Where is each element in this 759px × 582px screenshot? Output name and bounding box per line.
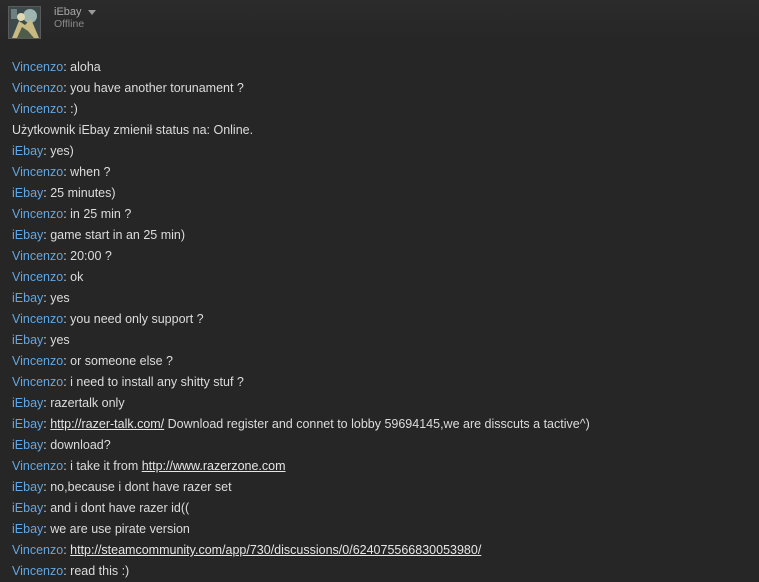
chat-message: Vincenzo: or someone else ? [12, 351, 752, 372]
message-sender[interactable]: iEbay [12, 417, 43, 431]
message-sender[interactable]: Vincenzo [12, 102, 63, 116]
message-sender[interactable]: Vincenzo [12, 165, 63, 179]
chat-message: Vincenzo: http://steamcommunity.com/app/… [12, 540, 752, 561]
message-sender[interactable]: iEbay [12, 438, 43, 452]
message-text: yes) [50, 144, 74, 158]
chat-window: iEbay Offline Vincenzo: aloha Vincenzo: y… [0, 0, 759, 581]
friend-status: Offline [54, 18, 85, 30]
message-sender[interactable]: Vincenzo [12, 564, 63, 578]
chat-message: iEbay: game start in an 25 min) [12, 225, 752, 246]
chat-message: Vincenzo: ok [12, 267, 752, 288]
message-text: 20:00 ? [70, 249, 112, 263]
message-sender[interactable]: Vincenzo [12, 60, 63, 74]
chat-message: Vincenzo: i take it from http://www.raze… [12, 456, 752, 477]
message-text: or someone else ? [70, 354, 173, 368]
chat-message: Vincenzo: read this :) [12, 561, 752, 582]
chat-message: Vincenzo: when ? [12, 162, 752, 183]
message-text: in 25 min ? [70, 207, 132, 221]
message-sender[interactable]: iEbay [12, 396, 43, 410]
message-sender[interactable]: iEbay [12, 228, 43, 242]
message-text: read this :) [70, 564, 130, 578]
message-sender[interactable]: Vincenzo [12, 375, 63, 389]
message-sender[interactable]: Vincenzo [12, 312, 63, 326]
message-sender[interactable]: Vincenzo [12, 270, 63, 284]
chat-message: Użytkownik iEbay zmienił status na: Onli… [12, 120, 752, 141]
chat-header: iEbay Offline [0, 0, 759, 48]
message-text: razertalk only [50, 396, 125, 410]
message-text: i need to install any shitty stuf ? [70, 375, 244, 389]
message-text: yes [50, 291, 70, 305]
chat-message: Vincenzo: i need to install any shitty s… [12, 372, 752, 393]
message-text: and i dont have razer id(( [50, 501, 190, 515]
message-sender[interactable]: iEbay [12, 501, 43, 515]
message-text: :) [70, 102, 78, 116]
message-sender[interactable]: Vincenzo [12, 459, 63, 473]
chat-message: iEbay: razertalk only [12, 393, 752, 414]
message-sender[interactable]: Vincenzo [12, 354, 63, 368]
system-message-text: Użytkownik iEbay zmienił status na: Onli… [12, 123, 254, 137]
chat-log: Vincenzo: aloha Vincenzo: you have anothe… [12, 57, 752, 582]
friend-name[interactable]: iEbay [54, 6, 82, 18]
chat-message: iEbay: http://razer-talk.com/ Download r… [12, 414, 752, 435]
chevron-down-icon[interactable] [87, 9, 96, 15]
message-text: when ? [70, 165, 111, 179]
message-link[interactable]: http://razer-talk.com/ [50, 417, 164, 431]
avatar-image [9, 7, 40, 38]
message-link[interactable]: http://www.razerzone.com [142, 459, 286, 473]
message-sender[interactable]: Vincenzo [12, 207, 63, 221]
chat-message: Vincenzo: 20:00 ? [12, 246, 752, 267]
message-sender[interactable]: iEbay [12, 291, 43, 305]
message-text: aloha [70, 60, 101, 74]
message-sender[interactable]: Vincenzo [12, 81, 63, 95]
message-sender[interactable]: iEbay [12, 480, 43, 494]
message-link[interactable]: http://steamcommunity.com/app/730/discus… [70, 543, 481, 557]
chat-message: iEbay: no,because i dont have razer set [12, 477, 752, 498]
chat-message: iEbay: yes) [12, 141, 752, 162]
message-sender[interactable]: Vincenzo [12, 249, 63, 263]
message-text: download? [50, 438, 111, 452]
message-sender[interactable]: iEbay [12, 522, 43, 536]
message-text: you have another torunament ? [70, 81, 244, 95]
message-text: game start in an 25 min) [50, 228, 186, 242]
chat-message: Vincenzo: you need only support ? [12, 309, 752, 330]
chat-message: Vincenzo: :) [12, 99, 752, 120]
chat-message: Vincenzo: you have another torunament ? [12, 78, 752, 99]
chat-message: iEbay: 25 minutes) [12, 183, 752, 204]
message-text: we are use pirate version [50, 522, 190, 536]
chat-message: iEbay: yes [12, 288, 752, 309]
chat-message: iEbay: yes [12, 330, 752, 351]
message-text: yes [50, 333, 70, 347]
message-sender[interactable]: iEbay [12, 144, 43, 158]
chat-message: iEbay: and i dont have razer id(( [12, 498, 752, 519]
chat-message: iEbay: download? [12, 435, 752, 456]
message-text: you need only support ? [70, 312, 204, 326]
friend-avatar[interactable] [8, 6, 41, 39]
message-text: Download register and connet to lobby 59… [164, 417, 590, 431]
chat-message: Vincenzo: aloha [12, 57, 752, 78]
message-text: i take it from [70, 459, 142, 473]
message-text: no,because i dont have razer set [50, 480, 232, 494]
message-sender[interactable]: iEbay [12, 186, 43, 200]
message-text: ok [70, 270, 84, 284]
chat-message: iEbay: we are use pirate version [12, 519, 752, 540]
message-text: 25 minutes) [50, 186, 116, 200]
message-sender[interactable]: iEbay [12, 333, 43, 347]
message-sender[interactable]: Vincenzo [12, 543, 63, 557]
chat-message: Vincenzo: in 25 min ? [12, 204, 752, 225]
